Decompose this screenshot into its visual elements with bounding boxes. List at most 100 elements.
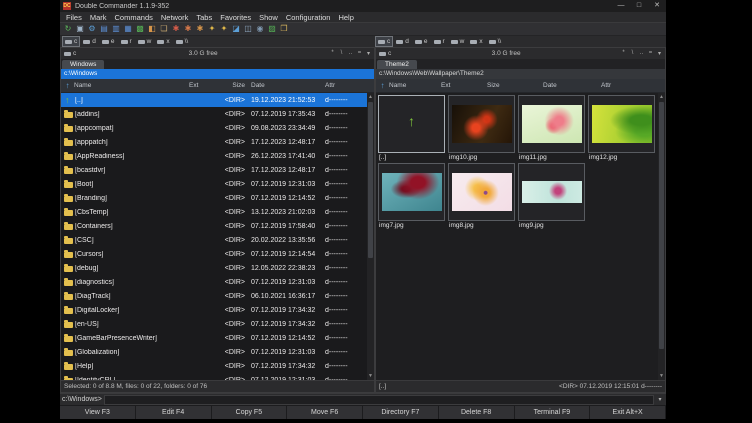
file-row[interactable]: [diagnostics] <DIR> 07.12.2019 12:31:03 … (61, 275, 367, 289)
thumbnail-frame[interactable] (378, 95, 445, 153)
column-header-name[interactable]: Name (389, 82, 441, 89)
menu-item[interactable]: Favorites (216, 13, 255, 22)
column-header-date[interactable]: Date (543, 82, 601, 89)
thumbnail-image[interactable] (452, 105, 512, 143)
function-key-button[interactable]: Terminal F9 (515, 406, 591, 419)
function-key-button[interactable]: Copy F5 (212, 406, 288, 419)
drive-button[interactable]: d (394, 37, 411, 46)
function-key-button[interactable]: View F3 (60, 406, 136, 419)
function-key-button[interactable]: Exit Alt+X (590, 406, 666, 419)
search-icon[interactable]: ◉ (255, 24, 265, 34)
right-path-bar[interactable]: c:\Windows\Web\Wallpaper\Theme2 (376, 69, 665, 79)
column-header-size[interactable]: Size (487, 82, 543, 89)
panel-nav-button[interactable]: * (621, 50, 626, 57)
file-row[interactable]: [en-US] <DIR> 07.12.2019 17:34:32 d-----… (61, 317, 367, 331)
panel-nav-button[interactable]: .. (639, 50, 644, 57)
menu-item[interactable]: Tabs (192, 13, 216, 22)
column-header-ext[interactable]: Ext (441, 82, 487, 89)
drive-button[interactable]: e (100, 37, 117, 46)
thumbnail-image[interactable] (522, 105, 582, 143)
panel-nav-button[interactable]: .. (348, 50, 353, 57)
drive-button[interactable]: r (432, 37, 447, 46)
command-input[interactable] (104, 395, 654, 405)
drive-button[interactable]: x (155, 37, 171, 46)
thumbnail-image[interactable] (592, 105, 652, 143)
thumbnail-item[interactable]: img9.jpg (518, 163, 588, 230)
drive-button[interactable]: \\ (174, 37, 191, 46)
panel-nav-button[interactable]: = (648, 50, 653, 57)
thumbnail-item[interactable]: img7.jpg (378, 163, 448, 230)
thumbnail-item[interactable]: [..] (378, 95, 448, 162)
brief-view-icon[interactable]: ▤ (99, 24, 109, 34)
thumbnail-item[interactable]: img12.jpg (588, 95, 658, 162)
scroll-down-icon[interactable]: ▼ (368, 372, 373, 380)
scroll-up-icon[interactable]: ▲ (368, 93, 373, 101)
scroll-up-icon[interactable]: ▲ (659, 93, 664, 101)
file-row[interactable]: [addins] <DIR> 07.12.2019 17:35:43 d----… (61, 107, 367, 121)
column-header-name[interactable]: Name (74, 82, 189, 89)
copy-names-icon[interactable]: ❏ (159, 24, 169, 34)
thumbnail-frame[interactable] (378, 163, 445, 221)
drive-button[interactable]: e (413, 37, 430, 46)
thumbnail-frame[interactable] (588, 95, 655, 153)
scrollbar-thumb[interactable] (368, 102, 373, 258)
column-header-attr[interactable]: Attr (601, 82, 658, 89)
menu-item[interactable]: Configuration (282, 13, 335, 22)
drive-button[interactable]: \\ (487, 37, 504, 46)
scrollbar-thumb[interactable] (659, 102, 664, 349)
options-icon[interactable]: ⚙ (87, 24, 97, 34)
vertical-scrollbar[interactable]: ▲ ▼ (658, 93, 665, 380)
column-header-date[interactable]: Date (245, 82, 323, 89)
file-row[interactable]: [debug] <DIR> 12.05.2022 22:38:23 d-----… (61, 261, 367, 275)
panel-nav-button[interactable]: = (357, 50, 362, 57)
multi-rename-icon[interactable]: ✱ (183, 24, 193, 34)
file-row[interactable]: [GameBarPresenceWriter] <DIR> 07.12.2019… (61, 331, 367, 345)
file-row[interactable]: [appcompat] <DIR> 09.08.2023 23:34:49 d-… (61, 121, 367, 135)
tree-icon[interactable]: ▨ (267, 24, 277, 34)
panel-nav-button[interactable]: \ (339, 50, 344, 57)
thumbnail-image[interactable] (382, 173, 442, 211)
drive-button[interactable]: w (136, 37, 154, 46)
current-drive-label[interactable]: c (388, 50, 391, 57)
file-row[interactable]: [Globalization] <DIR> 07.12.2019 12:31:0… (61, 345, 367, 359)
menu-item[interactable]: Files (62, 13, 86, 22)
thumbnail-frame[interactable] (518, 95, 585, 153)
column-header-attr[interactable]: Attr (323, 82, 367, 89)
thumbnail-frame[interactable] (518, 163, 585, 221)
drive-button[interactable]: c (376, 37, 392, 46)
thumbnail-image[interactable] (452, 173, 512, 211)
current-drive-label[interactable]: c (73, 50, 76, 57)
menu-item[interactable]: Show (255, 13, 282, 22)
minimize-button[interactable]: — (612, 0, 630, 12)
tab-theme2[interactable]: Theme2 (377, 60, 417, 69)
full-view-icon[interactable]: ▥ (111, 24, 121, 34)
menu-item[interactable]: Network (157, 13, 193, 22)
terminal-icon[interactable]: ▣ (75, 24, 85, 34)
function-key-button[interactable]: Directory F7 (363, 406, 439, 419)
thumbnail-item[interactable]: img8.jpg (448, 163, 518, 230)
file-row[interactable]: [CSC] <DIR> 20.02.2022 13:35:56 d-------… (61, 233, 367, 247)
function-key-button[interactable]: Edit F4 (136, 406, 212, 419)
favorites-icon[interactable]: ✦ (207, 24, 217, 34)
command-history-dropdown-icon[interactable]: ▾ (656, 396, 664, 403)
column-header-size[interactable]: Size (209, 82, 245, 89)
menu-item[interactable]: Commands (111, 13, 157, 22)
scroll-down-icon[interactable]: ▼ (659, 372, 664, 380)
sort-ascending-icon[interactable]: ↑ (61, 81, 74, 90)
left-path-bar[interactable]: c:\Windows (61, 69, 374, 79)
panel-nav-button[interactable]: ▾ (657, 50, 662, 57)
file-row[interactable]: [Cursors] <DIR> 07.12.2019 12:14:54 d---… (61, 247, 367, 261)
panel-nav-button[interactable]: ▾ (366, 50, 371, 57)
sort-ascending-icon[interactable]: ↑ (376, 81, 389, 90)
title-bar[interactable]: DC Double Commander 1.1.9-352 — □ ✕ (60, 0, 666, 12)
file-row[interactable]: [apppatch] <DIR> 17.12.2023 12:48:17 d--… (61, 135, 367, 149)
maximize-button[interactable]: □ (630, 0, 648, 12)
file-row[interactable]: [DigitalLocker] <DIR> 07.12.2019 17:34:3… (61, 303, 367, 317)
file-row[interactable]: [AppReadiness] <DIR> 26.12.2023 17:41:40… (61, 149, 367, 163)
file-row[interactable]: [DiagTrack] <DIR> 06.10.2021 16:36:17 d-… (61, 289, 367, 303)
extract-icon[interactable]: ◫ (243, 24, 253, 34)
open-folder-icon[interactable]: ❒ (279, 24, 289, 34)
drive-button[interactable]: w (449, 37, 467, 46)
panel-nav-button[interactable]: * (330, 50, 335, 57)
tab-windows[interactable]: Windows (62, 60, 104, 69)
